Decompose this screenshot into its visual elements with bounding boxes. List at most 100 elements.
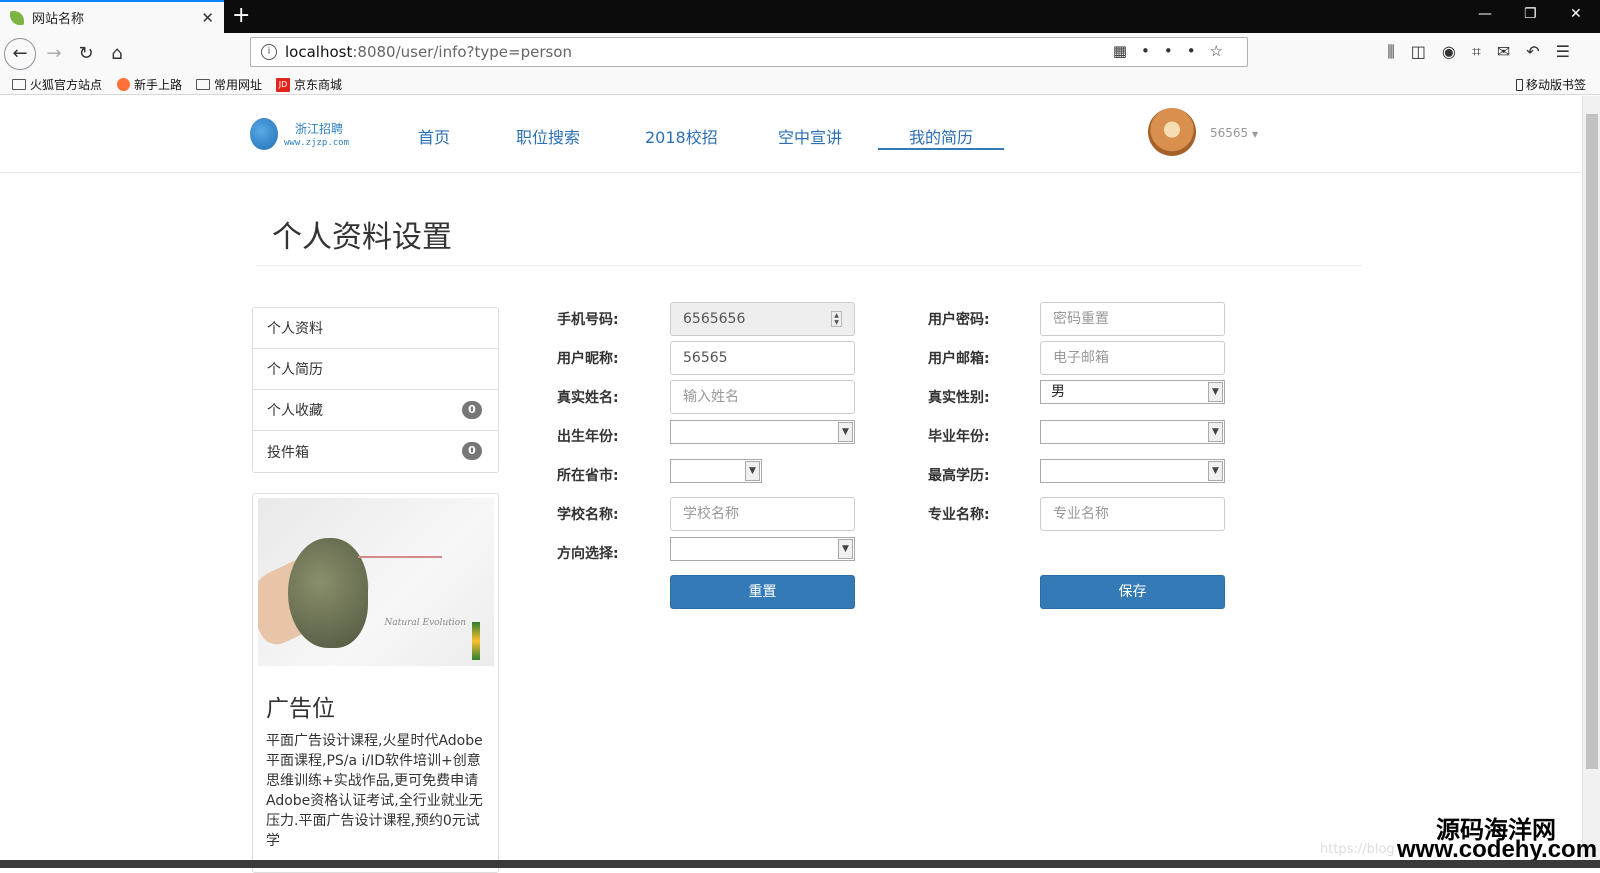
ad-card: Natural Evolution 广告位 平面广告设计课程,火星时代Adobe… <box>252 493 499 873</box>
minimize-icon[interactable]: — <box>1478 6 1492 22</box>
firefox-icon <box>117 78 130 91</box>
vertical-scrollbar[interactable] <box>1582 96 1600 868</box>
sidebar-item-resume[interactable]: 个人简历 <box>253 349 498 390</box>
grad-year-select[interactable]: ▼ <box>1040 420 1225 444</box>
bookmark-jd[interactable]: JD 京东商城 <box>276 76 342 93</box>
bookmarks-bar: 火狐官方站点 新手上路 常用网址 JD 京东商城 移动版书签 <box>0 73 1600 95</box>
os-taskbar <box>0 860 1600 868</box>
reload-icon[interactable]: ↻ <box>72 41 100 69</box>
ad-image[interactable]: Natural Evolution <box>258 498 494 666</box>
password-label: 用户密码: <box>928 312 990 328</box>
province-label: 所在省市: <box>557 468 619 484</box>
folder-icon <box>196 79 210 90</box>
more-actions-icon[interactable]: ••• <box>1141 42 1210 60</box>
bookmark-star-icon[interactable]: ☆ <box>1210 42 1237 60</box>
education-select[interactable]: ▼ <box>1040 459 1225 483</box>
site-favicon-icon <box>10 10 24 25</box>
browser-nav-bar: ← → ↻ ⌂ i localhost :8080/user/info?type… <box>0 33 1600 73</box>
site-header: 浙江招聘 www.zjzp.com 首页 职位搜索 2018校招 空中宣讲 我的… <box>0 96 1582 173</box>
user-menu[interactable]: 56565 ▼ <box>1210 126 1258 140</box>
birth-year-select[interactable]: ▼ <box>670 420 855 444</box>
ad-title: 广告位 <box>266 696 335 722</box>
number-spinner-icon[interactable]: ▲ ▼ <box>831 311 842 327</box>
chat-icon[interactable]: ✉ <box>1497 42 1526 61</box>
avatar[interactable] <box>1148 108 1196 156</box>
realname-input[interactable]: 输入姓名 <box>670 380 855 414</box>
nav-active-indicator <box>878 148 1004 150</box>
chevron-down-icon: ▼ <box>1208 461 1223 481</box>
restore-icon[interactable]: ❐ <box>1524 6 1537 22</box>
sidebar-item-profile[interactable]: 个人资料 <box>253 308 498 349</box>
gender-select[interactable]: 男 ▼ <box>1040 380 1225 404</box>
home-icon[interactable]: ⌂ <box>103 41 131 69</box>
bookmark-getting-started[interactable]: 新手上路 <box>117 76 182 93</box>
major-label: 专业名称: <box>928 507 990 523</box>
nav-job-search[interactable]: 职位搜索 <box>516 124 580 148</box>
province-select[interactable]: ▼ <box>670 459 762 483</box>
nickname-label: 用户昵称: <box>557 351 619 367</box>
logo-text: 浙江招聘 <box>295 122 344 136</box>
email-label: 用户邮箱: <box>928 351 990 367</box>
logo-url: www.zjzp.com <box>284 138 350 148</box>
bookmark-common-sites[interactable]: 常用网址 <box>196 76 262 93</box>
school-input[interactable]: 学校名称 <box>670 497 855 531</box>
birth-year-label: 出生年份: <box>557 429 619 445</box>
ad-image-tongue <box>358 556 442 558</box>
close-tab-icon[interactable]: ✕ <box>201 9 214 27</box>
nav-online-talk[interactable]: 空中宣讲 <box>778 124 842 148</box>
school-label: 学校名称: <box>557 507 619 523</box>
chevron-down-icon: ▼ <box>1208 422 1223 442</box>
sidebar-icon[interactable]: ◫ <box>1411 42 1442 61</box>
password-input[interactable]: 密码重置 <box>1040 302 1225 336</box>
nav-home[interactable]: 首页 <box>418 124 450 148</box>
screenshot-icon[interactable]: ⌗ <box>1472 42 1497 61</box>
realname-label: 真实姓名: <box>557 390 619 406</box>
username: 56565 <box>1210 126 1249 140</box>
major-input[interactable]: 专业名称 <box>1040 497 1225 531</box>
jd-icon: JD <box>276 77 290 92</box>
browser-tab[interactable]: 网站名称 ✕ <box>0 0 224 33</box>
url-path: :8080/user/info?type=person <box>352 43 572 61</box>
logo-mark-icon <box>250 118 278 150</box>
sidebar-item-favorites[interactable]: 个人收藏 0 <box>253 390 498 431</box>
chevron-down-icon: ▼ <box>1208 382 1223 402</box>
site-logo[interactable]: 浙江招聘 www.zjzp.com <box>250 118 370 154</box>
page-info-icon[interactable]: i <box>261 44 277 60</box>
library-icon[interactable]: ⫼ <box>1387 42 1410 61</box>
direction-label: 方向选择: <box>557 546 619 562</box>
email-input[interactable]: 电子邮箱 <box>1040 341 1225 375</box>
nav-campus-2018[interactable]: 2018校招 <box>645 124 718 148</box>
ad-image-product <box>472 622 480 660</box>
tab-title: 网站名称 <box>32 12 85 27</box>
url-bar[interactable]: i localhost :8080/user/info?type=person … <box>250 37 1248 67</box>
close-window-icon[interactable]: ✕ <box>1570 6 1582 22</box>
title-divider <box>256 265 1362 266</box>
ad-image-brand: Natural Evolution <box>384 618 466 628</box>
education-label: 最高学历: <box>928 468 990 484</box>
scrollbar-thumb[interactable] <box>1586 114 1598 769</box>
mobile-bookmarks[interactable]: 移动版书签 <box>1516 76 1586 93</box>
chevron-down-icon: ▼ <box>745 461 760 481</box>
outbox-count-badge: 0 <box>462 442 482 460</box>
toolbar-icons: ⫼◫◉⌗✉↶☰ <box>1387 42 1586 62</box>
phone-input[interactable]: 6565656 ▲ ▼ <box>670 302 855 336</box>
back-icon[interactable]: ← <box>4 38 36 70</box>
url-host: localhost <box>285 43 353 61</box>
nav-my-resume[interactable]: 我的简历 <box>909 124 973 148</box>
new-tab-icon[interactable]: + <box>232 3 250 28</box>
browser-tab-bar: 网站名称 ✕ + — ❐ ✕ <box>0 0 1600 33</box>
qr-code-icon[interactable]: ▦ <box>1113 42 1141 60</box>
sidebar-item-outbox[interactable]: 投件箱 0 <box>253 431 498 472</box>
forward-icon[interactable]: → <box>40 41 68 69</box>
url-actions[interactable]: ▦•••☆ <box>1113 42 1237 60</box>
bookmark-firefox-site[interactable]: 火狐官方站点 <box>12 76 102 93</box>
reset-button[interactable]: 重置 <box>670 575 855 609</box>
undo-icon[interactable]: ↶ <box>1526 42 1555 61</box>
nickname-input[interactable]: 56565 <box>670 341 855 375</box>
save-button[interactable]: 保存 <box>1040 575 1225 609</box>
gender-label: 真实性别: <box>928 390 990 406</box>
direction-select[interactable]: ▼ <box>670 537 855 561</box>
menu-icon[interactable]: ☰ <box>1556 42 1586 61</box>
account-icon[interactable]: ◉ <box>1442 42 1472 61</box>
ad-image-chameleon <box>288 538 368 648</box>
